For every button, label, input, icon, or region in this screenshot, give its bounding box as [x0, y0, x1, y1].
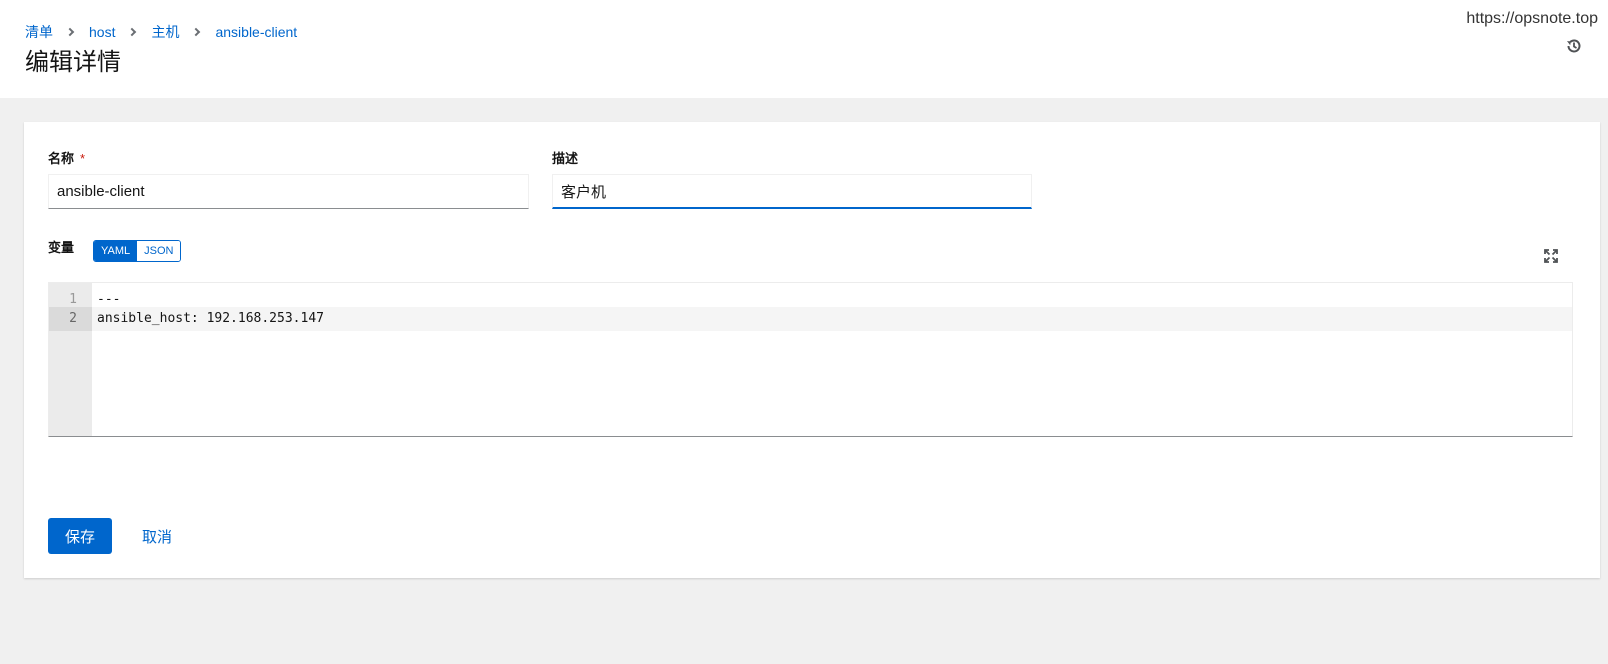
name-input[interactable] — [48, 174, 529, 209]
edit-form-card: 名称* 描述 变量 YAML JSON 1 --- 2 ansible_host… — [24, 122, 1600, 578]
format-toggle: YAML JSON — [93, 240, 182, 262]
required-mark: * — [80, 151, 86, 166]
line-number: 2 — [49, 307, 92, 331]
editor-line-active: 2 ansible_host: 192.168.253.147 — [49, 307, 1572, 331]
json-toggle[interactable]: JSON — [137, 241, 181, 261]
variables-code-editor[interactable]: 1 --- 2 ansible_host: 192.168.253.147 — [48, 282, 1573, 437]
chevron-right-icon — [128, 27, 137, 37]
watermark-text: https://opsnote.top — [1466, 10, 1598, 27]
yaml-toggle[interactable]: YAML — [94, 241, 138, 261]
breadcrumb: 清单 host 主机 ansible-client — [25, 22, 297, 42]
cancel-button[interactable]: 取消 — [142, 518, 172, 554]
description-input[interactable] — [552, 174, 1032, 209]
save-button[interactable]: 保存 — [48, 518, 112, 554]
history-icon[interactable] — [1565, 37, 1583, 55]
expand-icon[interactable] — [1543, 248, 1559, 264]
page-title: 编辑详情 — [25, 49, 121, 76]
name-label: 名称 * — [48, 151, 86, 166]
line-code: ansible_host: 192.168.253.147 — [97, 311, 324, 326]
breadcrumb-item-inventory[interactable]: 清单 — [25, 22, 53, 42]
breadcrumb-item-hosts[interactable]: 主机 — [151, 22, 179, 42]
chevron-right-icon — [192, 27, 201, 37]
breadcrumb-item-current[interactable]: ansible-client — [215, 24, 297, 40]
chevron-right-icon — [65, 27, 75, 37]
description-label: 描述 — [552, 151, 579, 166]
variables-label: 变量 — [48, 240, 75, 255]
breadcrumb-item-host[interactable]: host — [89, 24, 115, 40]
page-header: 清单 host 主机 ansible-client 编辑详情 https://o… — [0, 0, 1608, 98]
